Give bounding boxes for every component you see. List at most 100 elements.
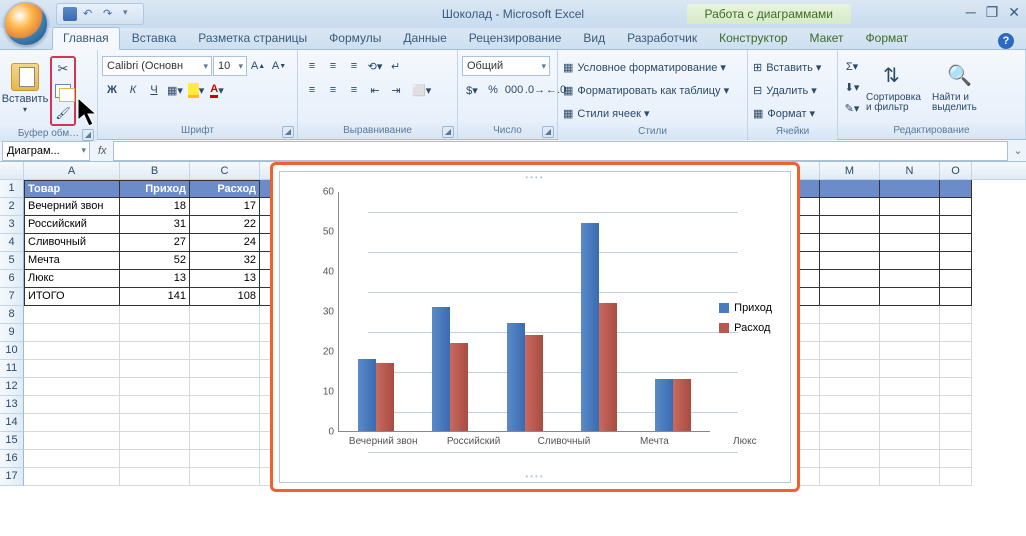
cell[interactable] (880, 450, 940, 468)
bar[interactable] (655, 379, 673, 431)
cell[interactable] (940, 234, 972, 252)
underline-button[interactable]: Ч (144, 80, 164, 100)
cell[interactable]: 108 (190, 288, 260, 306)
align-top-button[interactable]: ≡ (302, 56, 322, 76)
cell[interactable]: Приход (120, 180, 190, 198)
cell[interactable] (190, 468, 260, 486)
help-icon[interactable]: ? (998, 33, 1014, 49)
cell[interactable] (820, 234, 880, 252)
font-launcher[interactable]: ◢ (282, 126, 294, 138)
bar[interactable] (507, 323, 525, 431)
cell[interactable] (24, 324, 120, 342)
cell[interactable]: 52 (120, 252, 190, 270)
office-button[interactable] (4, 2, 48, 46)
tab-chart-design[interactable]: Конструктор (709, 28, 797, 49)
cell[interactable] (880, 324, 940, 342)
format-cells-button[interactable]: ▦ Формат ▾ (752, 102, 832, 124)
chart-drag-handle-bottom[interactable]: •••• (525, 472, 544, 481)
row-header-4[interactable]: 4 (0, 234, 24, 252)
cell[interactable] (940, 414, 972, 432)
tab-view[interactable]: Вид (573, 28, 615, 49)
format-as-table-button[interactable]: ▦ Форматировать как таблицу ▾ (562, 79, 742, 101)
column-header-O[interactable]: O (940, 162, 972, 179)
cell[interactable] (190, 414, 260, 432)
cell[interactable] (120, 360, 190, 378)
cell[interactable] (940, 360, 972, 378)
cell[interactable] (940, 396, 972, 414)
grow-font-button[interactable]: A▲ (248, 56, 268, 76)
row-header-7[interactable]: 7 (0, 288, 24, 306)
cell[interactable] (190, 450, 260, 468)
cell[interactable] (24, 450, 120, 468)
chart-drag-handle-top[interactable]: •••• (525, 173, 544, 182)
column-header-A[interactable]: A (24, 162, 120, 179)
cell[interactable] (190, 396, 260, 414)
tab-page-layout[interactable]: Разметка страницы (188, 28, 317, 49)
cell[interactable] (940, 378, 972, 396)
comma-button[interactable]: 000 (504, 80, 524, 100)
expand-formula-bar[interactable]: ⌄ (1010, 144, 1026, 157)
bar[interactable] (599, 303, 617, 431)
cell[interactable] (820, 324, 880, 342)
cell[interactable] (24, 432, 120, 450)
wrap-text-button[interactable]: ↵ (386, 56, 405, 76)
cell[interactable] (190, 342, 260, 360)
row-header-2[interactable]: 2 (0, 198, 24, 216)
column-header-B[interactable]: B (120, 162, 190, 179)
cell[interactable] (880, 288, 940, 306)
row-header-1[interactable]: 1 (0, 180, 24, 198)
cell[interactable] (24, 414, 120, 432)
fx-label[interactable]: fx (98, 145, 107, 157)
cell[interactable]: 13 (190, 270, 260, 288)
merge-button[interactable]: ⬜▾ (407, 80, 436, 100)
cell[interactable] (190, 360, 260, 378)
cell[interactable] (880, 414, 940, 432)
bar[interactable] (525, 335, 543, 431)
font-color-button[interactable]: A▾ (207, 80, 227, 100)
cell[interactable]: 141 (120, 288, 190, 306)
italic-button[interactable]: К (123, 80, 143, 100)
cell[interactable]: Сливочный (24, 234, 120, 252)
cell[interactable] (940, 216, 972, 234)
cell[interactable] (880, 360, 940, 378)
cell[interactable] (820, 198, 880, 216)
cell[interactable] (880, 252, 940, 270)
borders-button[interactable]: ▦▾ (165, 80, 185, 100)
align-center-button[interactable]: ≡ (323, 80, 343, 100)
cell[interactable] (120, 378, 190, 396)
tab-chart-format[interactable]: Формат (856, 28, 919, 49)
align-right-button[interactable]: ≡ (344, 80, 364, 100)
cell[interactable] (190, 378, 260, 396)
cell[interactable]: Люкс (24, 270, 120, 288)
cell[interactable] (940, 270, 972, 288)
increase-indent-button[interactable]: ⇥ (386, 80, 406, 100)
tab-chart-layout[interactable]: Макет (800, 28, 854, 49)
number-format-combo[interactable]: Общий (462, 56, 550, 76)
number-launcher[interactable]: ◢ (542, 126, 554, 138)
cell[interactable] (940, 432, 972, 450)
formula-input[interactable] (113, 141, 1008, 161)
cell[interactable] (120, 414, 190, 432)
clipboard-launcher[interactable]: ◢ (82, 129, 94, 141)
name-box[interactable]: Диаграм... (2, 141, 90, 161)
row-header-12[interactable]: 12 (0, 378, 24, 396)
cell[interactable] (820, 414, 880, 432)
tab-review[interactable]: Рецензирование (459, 28, 572, 49)
font-family-combo[interactable]: Calibri (Основн (102, 56, 212, 76)
cell[interactable]: 13 (120, 270, 190, 288)
cell[interactable] (190, 306, 260, 324)
cell[interactable] (190, 432, 260, 450)
bold-button[interactable]: Ж (102, 80, 122, 100)
cell[interactable] (120, 432, 190, 450)
cell[interactable] (880, 216, 940, 234)
tab-data[interactable]: Данные (393, 28, 456, 49)
cell[interactable] (880, 198, 940, 216)
cell[interactable] (120, 468, 190, 486)
copy-button[interactable] (53, 81, 73, 101)
cell[interactable]: 32 (190, 252, 260, 270)
cell[interactable]: Мечта (24, 252, 120, 270)
cell[interactable]: Вечерний звон (24, 198, 120, 216)
cell[interactable] (880, 342, 940, 360)
row-header-9[interactable]: 9 (0, 324, 24, 342)
bar[interactable] (673, 379, 691, 431)
